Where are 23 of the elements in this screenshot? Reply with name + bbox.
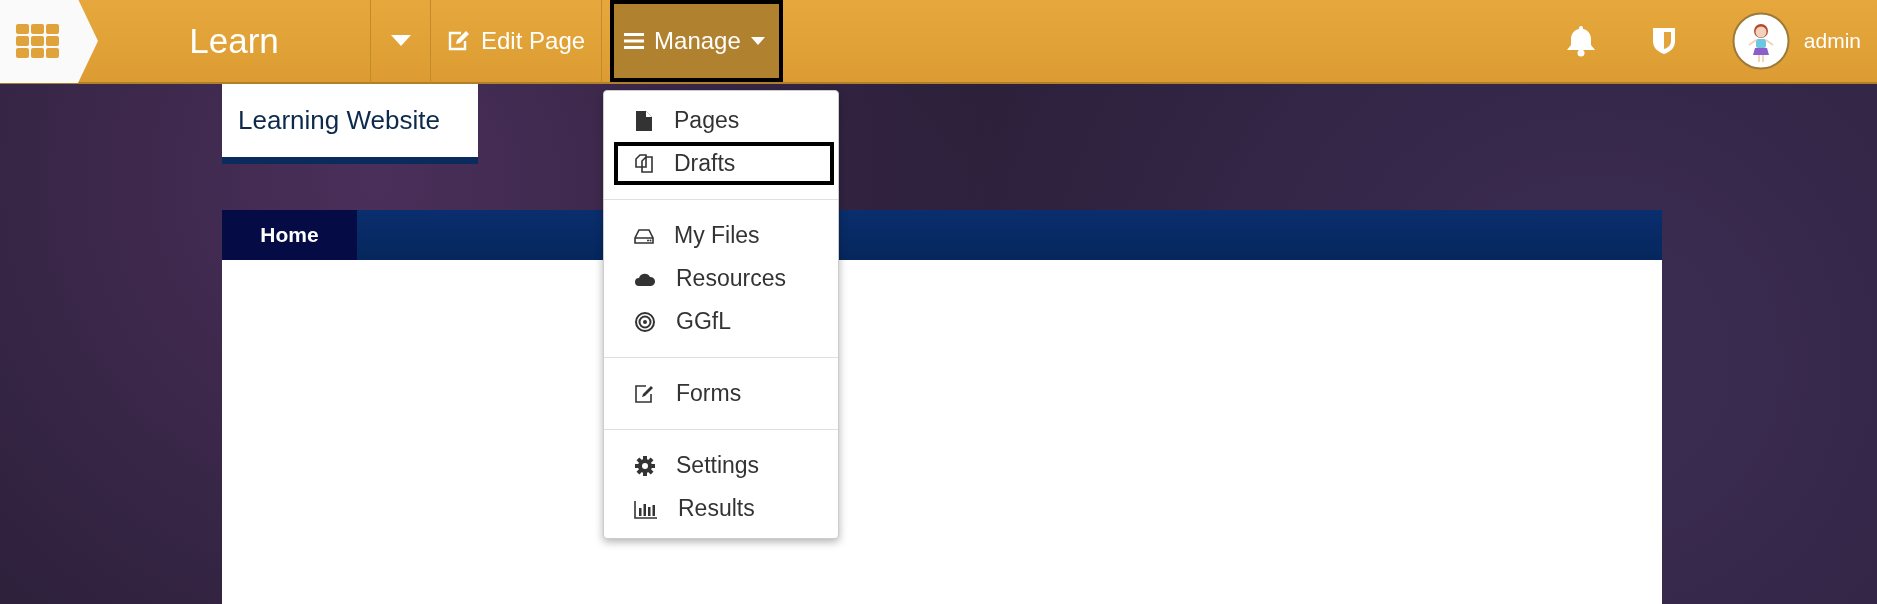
caret-icon	[390, 35, 411, 47]
grid-icon	[16, 24, 60, 58]
edit-icon	[634, 382, 656, 405]
menu-item[interactable]: GGfL	[614, 300, 834, 343]
notification-bell-icon[interactable]	[1565, 25, 1596, 57]
menu-item[interactable]: Pages	[614, 99, 834, 142]
site-name: Learning Website	[238, 105, 440, 136]
menu-item[interactable]: My Files	[614, 214, 834, 257]
menu-item[interactable]: Forms	[614, 372, 834, 415]
menu-item[interactable]: Results	[614, 487, 834, 530]
menu-item[interactable]: Resources	[614, 257, 834, 300]
avatar-icon[interactable]	[1731, 12, 1790, 70]
menu-item[interactable]: Drafts	[614, 142, 834, 185]
copy-icon	[634, 152, 654, 175]
menu-item[interactable]: Settings	[614, 444, 834, 487]
edit-icon	[447, 30, 471, 52]
file-icon	[634, 109, 654, 132]
nav-tab[interactable]: Home	[222, 210, 357, 260]
caret-icon	[750, 36, 765, 46]
shield-icon[interactable]	[1651, 27, 1676, 55]
menu-icon	[624, 32, 645, 50]
gear-icon	[634, 454, 656, 477]
app-launcher-button[interactable]	[0, 0, 98, 83]
